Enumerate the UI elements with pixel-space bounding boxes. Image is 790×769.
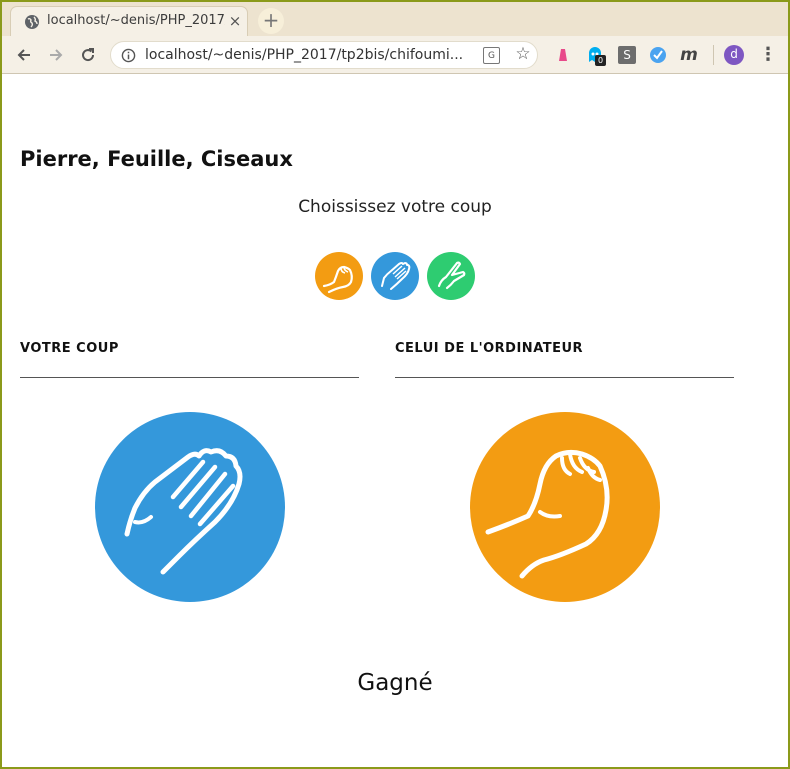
- forward-arrow-icon: [50, 49, 63, 61]
- profile-avatar[interactable]: d: [724, 45, 744, 65]
- player-move-heading: VOTRE COUP: [20, 341, 119, 356]
- translate-icon[interactable]: G: [483, 47, 500, 64]
- info-icon[interactable]: [121, 48, 136, 63]
- browser-window: localhost/~denis/PHP_2017/tp2bis/chifoum…: [2, 2, 788, 767]
- new-tab-button[interactable]: +: [258, 8, 284, 34]
- result-text: Gagné: [357, 670, 433, 696]
- toolbar-separator: [713, 45, 714, 65]
- rock-hand-icon: [322, 265, 353, 294]
- globe-icon: [25, 15, 39, 29]
- rock-hand-icon: [485, 449, 610, 579]
- bookmark-star-icon[interactable]: ☆: [513, 44, 533, 66]
- check-extension-icon[interactable]: [649, 46, 667, 64]
- scissors-hand-icon: [437, 261, 466, 290]
- reload-icon: [82, 48, 95, 62]
- computer-move-heading: CELUI DE L'ORDINATEUR: [395, 341, 584, 356]
- player-move-paper: [95, 412, 285, 602]
- m-extension-icon[interactable]: m: [680, 46, 698, 64]
- paper-hand-icon: [124, 448, 243, 575]
- reload-button[interactable]: [75, 42, 101, 68]
- pink-extension-icon[interactable]: [554, 46, 572, 64]
- tab-title: localhost/~denis/PHP_2017/tp2bis/chifoum…: [47, 13, 225, 28]
- choice-rock-button[interactable]: [315, 252, 363, 300]
- tab-strip: localhost/~denis/PHP_2017/tp2bis/chifoum…: [2, 2, 788, 36]
- extension-badge: 0: [595, 55, 606, 66]
- tab-close-icon[interactable]: ×: [227, 13, 243, 29]
- browser-tab[interactable]: localhost/~denis/PHP_2017/tp2bis/chifoum…: [10, 6, 248, 36]
- computer-move-rock: [470, 412, 660, 602]
- browser-toolbar: localhost/~denis/PHP_2017/tp2bis/chifoum…: [2, 36, 788, 74]
- s-extension-icon[interactable]: S: [618, 46, 636, 64]
- page-title: Pierre, Feuille, Ciseaux: [20, 147, 293, 171]
- player-divider: [20, 377, 359, 378]
- page-content: Pierre, Feuille, Ciseaux Choississez vot…: [2, 74, 788, 767]
- instruction-text: Choississez votre coup: [298, 197, 492, 217]
- address-bar[interactable]: localhost/~denis/PHP_2017/tp2bis/chifoum…: [110, 41, 538, 69]
- computer-divider: [395, 377, 734, 378]
- back-button[interactable]: [11, 42, 37, 68]
- forward-button[interactable]: [43, 42, 69, 68]
- back-arrow-icon: [17, 49, 30, 61]
- choice-paper-button[interactable]: [371, 252, 419, 300]
- ghostery-extension-icon[interactable]: 0: [586, 46, 606, 66]
- paper-hand-icon: [381, 262, 411, 290]
- choice-scissors-button[interactable]: [427, 252, 475, 300]
- menu-kebab-icon[interactable]: ⋮: [759, 44, 777, 66]
- url-text[interactable]: localhost/~denis/PHP_2017/tp2bis/chifoum…: [145, 47, 475, 65]
